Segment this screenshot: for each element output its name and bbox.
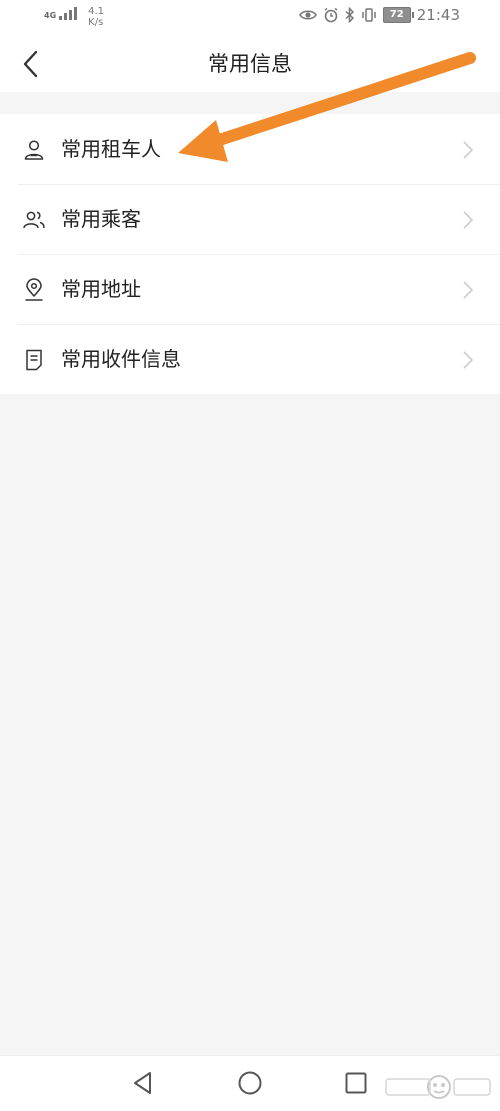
chevron-right-icon <box>463 281 474 299</box>
chevron-right-icon <box>463 351 474 369</box>
chevron-right-icon <box>463 211 474 229</box>
system-nav-bar <box>0 1055 500 1111</box>
menu-item-renters[interactable]: 常用租车人 <box>0 114 500 184</box>
status-left: 4G 4.1 K/s <box>44 6 104 28</box>
signal-icon <box>59 7 78 20</box>
menu-item-passengers[interactable]: 常用乘客 <box>0 184 500 254</box>
menu-item-label: 常用乘客 <box>61 207 141 231</box>
system-back-button[interactable] <box>130 1070 156 1096</box>
location-pin-icon <box>25 278 43 301</box>
people-icon <box>23 211 45 229</box>
menu-item-label: 常用收件信息 <box>61 347 181 371</box>
network-speed: 4.1 K/s <box>88 6 104 28</box>
speed-value: 4.1 <box>88 6 105 17</box>
vibrate-icon <box>362 8 376 22</box>
document-icon <box>26 349 42 371</box>
watermark <box>384 1073 494 1105</box>
eye-icon <box>298 10 317 20</box>
status-time: 21:43 <box>416 6 460 24</box>
baidu-watermark-icon <box>385 1075 491 1099</box>
status-right: 72 21:43 <box>298 6 460 24</box>
chevron-right-icon <box>463 141 474 159</box>
page-title: 常用信息 <box>208 52 292 76</box>
menu-item-addresses[interactable]: 常用地址 <box>0 254 500 324</box>
info-menu: 常用租车人 常用乘客 常用地址 常用收件信息 <box>0 114 500 394</box>
network-type: 4G <box>44 11 57 20</box>
circle-home-icon <box>238 1071 262 1095</box>
person-icon <box>24 140 44 160</box>
menu-item-delivery-info[interactable]: 常用收件信息 <box>0 324 500 394</box>
battery-indicator: 72 <box>382 7 414 23</box>
alarm-icon <box>324 7 338 23</box>
bluetooth-icon <box>345 7 354 23</box>
menu-item-label: 常用地址 <box>61 277 141 301</box>
system-recents-button[interactable] <box>343 1070 369 1096</box>
menu-item-label: 常用租车人 <box>61 137 161 161</box>
status-bar: 4G 4.1 K/s 72 21:43 <box>0 0 500 36</box>
system-home-button[interactable] <box>237 1070 263 1096</box>
speed-unit: K/s <box>88 17 104 28</box>
network-indicator: 4G <box>44 6 78 20</box>
triangle-back-icon <box>134 1072 151 1094</box>
header-bar: 常用信息 <box>0 36 500 92</box>
square-recents-icon <box>345 1072 367 1094</box>
